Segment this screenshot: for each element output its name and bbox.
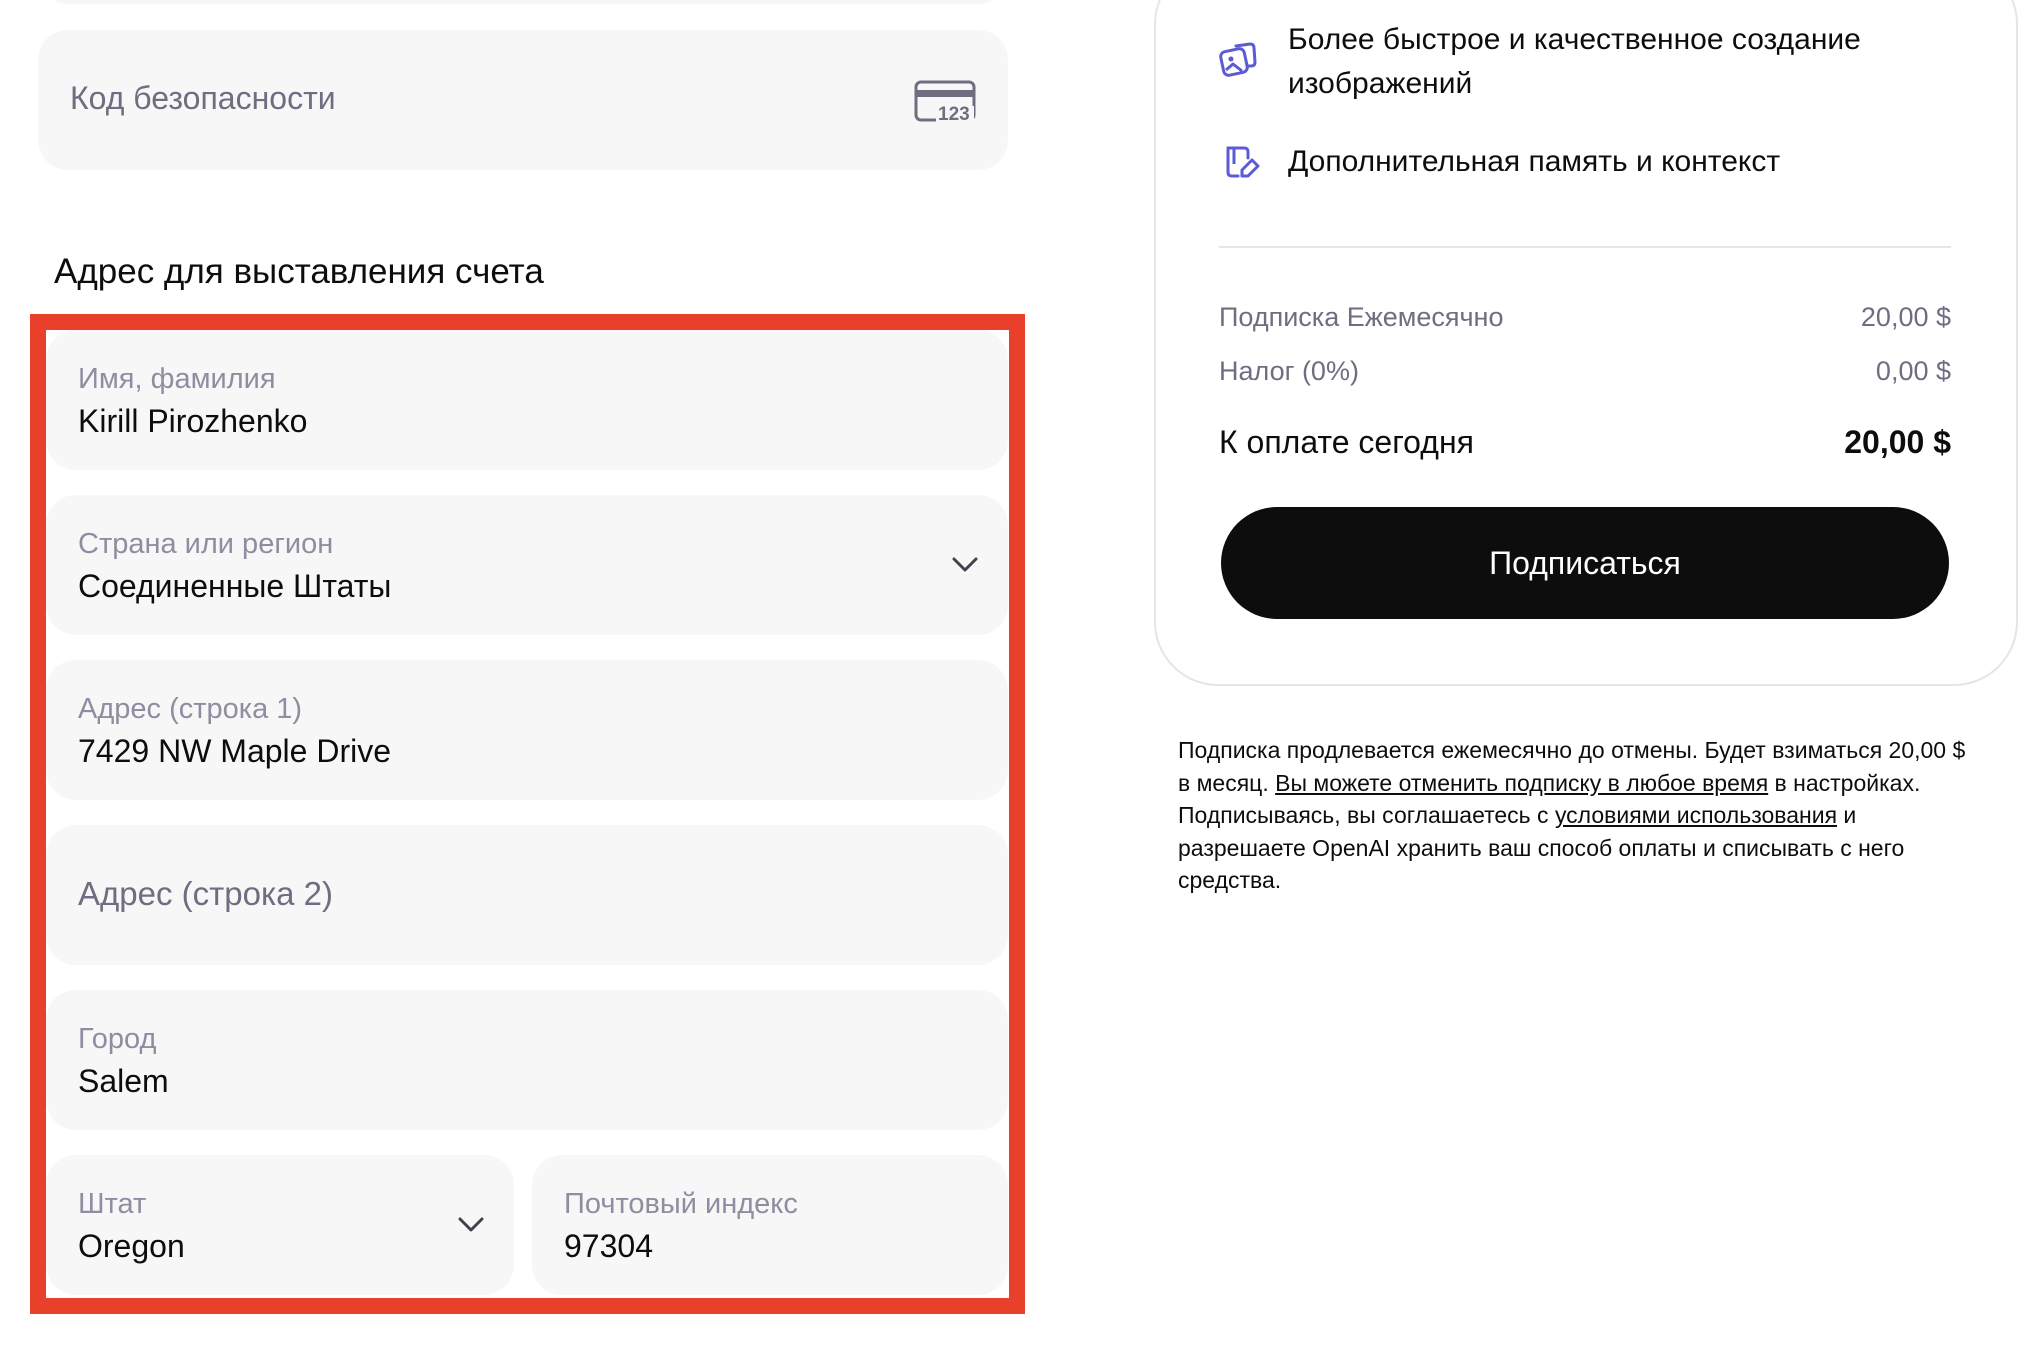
zip-code-field[interactable]: Почтовый индекс 97304	[532, 1155, 1008, 1295]
city-value: Salem	[78, 1063, 169, 1099]
legal-notice: Подписка продлевается ежемесячно до отме…	[1178, 734, 1978, 897]
card-cvc-icon-text: 123	[938, 104, 970, 125]
zip-code-value: 97304	[564, 1228, 653, 1264]
total-today-label: К оплате сегодня	[1219, 424, 1474, 460]
address-line2-field[interactable]: Адрес (строка 2)	[46, 825, 1008, 965]
state-select[interactable]: Штат Oregon	[46, 1155, 514, 1295]
feature-image-generation: Более быстрое и качественное создание из…	[1288, 23, 1861, 100]
country-select[interactable]: Страна или регион Соединенные Штаты	[46, 495, 1008, 635]
state-label: Штат	[78, 1188, 147, 1220]
security-code-field[interactable]: Код безопасности 123	[38, 30, 1008, 170]
memory-edit-icon	[1222, 144, 1260, 182]
address-line1-label: Адрес (строка 1)	[78, 693, 303, 725]
monthly-subscription-value: 20,00 $	[1860, 302, 1951, 332]
total-today-value: 20,00 $	[1844, 424, 1951, 460]
terms-of-use-link[interactable]: условиями использования	[1555, 802, 1837, 828]
security-code-placeholder: Код безопасности	[70, 80, 336, 116]
chevron-down-icon	[952, 557, 978, 573]
previous-field[interactable]	[38, 0, 1008, 4]
subscribe-button[interactable]: Подписаться	[1221, 507, 1949, 619]
full-name-field[interactable]: Имя, фамилия Kirill Pirozhenko	[46, 330, 1008, 470]
zip-code-label: Почтовый индекс	[564, 1188, 798, 1220]
monthly-subscription-label: Подписка Ежемесячно	[1219, 302, 1504, 332]
city-field[interactable]: Город Salem	[46, 990, 1008, 1130]
chevron-down-icon	[458, 1217, 484, 1233]
tax-value: 0,00 $	[1875, 356, 1951, 386]
full-name-value: Kirill Pirozhenko	[78, 403, 308, 439]
address-line1-field[interactable]: Адрес (строка 1) 7429 NW Maple Drive	[46, 660, 1008, 800]
city-label: Город	[78, 1023, 157, 1055]
images-icon	[1218, 40, 1258, 80]
summary-divider	[1219, 246, 1951, 248]
tax-label: Налог (0%)	[1219, 356, 1359, 386]
card-cvc-icon: 123	[914, 80, 976, 126]
state-value: Oregon	[78, 1228, 185, 1264]
country-value: Соединенные Штаты	[78, 568, 392, 604]
cancel-subscription-link[interactable]: Вы можете отменить подписку в любое врем…	[1275, 770, 1768, 796]
billing-section-title: Адрес для выставления счета	[54, 252, 544, 291]
address-line1-value: 7429 NW Maple Drive	[78, 733, 391, 769]
country-label: Страна или регион	[78, 528, 334, 560]
address-line2-placeholder: Адрес (строка 2)	[78, 875, 333, 912]
full-name-label: Имя, фамилия	[78, 363, 276, 395]
feature-memory-context: Дополнительная память и контекст	[1288, 145, 1781, 178]
